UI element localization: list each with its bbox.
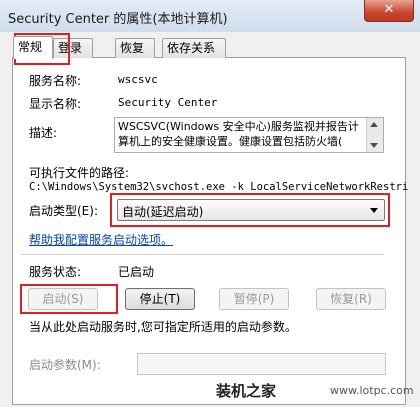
start-params-hint: 当从此处启动服务时,您可指定所适用的启动参数。 — [29, 320, 297, 334]
close-button[interactable]: ✕ — [364, 0, 414, 22]
tab-dependencies[interactable]: 依存关系 — [162, 38, 226, 58]
stop-button[interactable]: 停止(T) — [125, 288, 195, 310]
service-status-value: 已启动 — [118, 265, 155, 279]
service-name-label: 服务名称: — [29, 74, 82, 88]
highlight-startup-type — [110, 193, 390, 227]
scroll-down-icon[interactable] — [370, 143, 378, 148]
exe-path-label: 可执行文件的路径: — [29, 166, 130, 180]
description-textbox[interactable]: WSCSVC(Windows 安全中心)服务监视并报告计算机上的安全健康设置。健… — [114, 117, 384, 153]
exe-path-value: C:\Windows\System32\svchost.exe -k Local… — [29, 181, 409, 193]
description-scrollbar[interactable] — [366, 118, 383, 152]
close-icon: ✕ — [383, 2, 395, 17]
start-params-label: 启动参数(M): — [29, 358, 101, 372]
tab-recovery[interactable]: 恢复 — [115, 38, 155, 58]
separator — [20, 254, 384, 255]
description-label: 描述: — [29, 126, 58, 140]
description-value: WSCSVC(Windows 安全中心)服务监视并报告计算机上的安全健康设置。健… — [118, 120, 359, 148]
tab-general[interactable]: 常规 — [13, 36, 53, 59]
watermark-site: www.lotpc.com — [330, 384, 414, 397]
display-name-value: Security Center — [118, 96, 218, 109]
display-name-label: 显示名称: — [29, 97, 82, 111]
service-name-value: wscsvc — [118, 73, 158, 86]
pause-button[interactable]: 暂停(P) — [219, 288, 289, 310]
title-bar: Security Center 的属性(本地计算机) ✕ — [0, 0, 420, 33]
scroll-up-icon[interactable] — [370, 122, 378, 127]
watermark-brand: 装机之家 — [216, 382, 277, 400]
help-config-link[interactable]: 帮助我配置服务启动选项。 — [29, 231, 173, 248]
highlight-start-button — [20, 284, 118, 314]
service-status-label: 服务状态: — [29, 265, 82, 279]
startup-type-label: 启动类型(E): — [29, 204, 98, 218]
window-title: Security Center 的属性(本地计算机) — [8, 12, 228, 27]
start-params-input[interactable] — [137, 353, 386, 375]
resume-button[interactable]: 恢复(R) — [316, 288, 386, 310]
